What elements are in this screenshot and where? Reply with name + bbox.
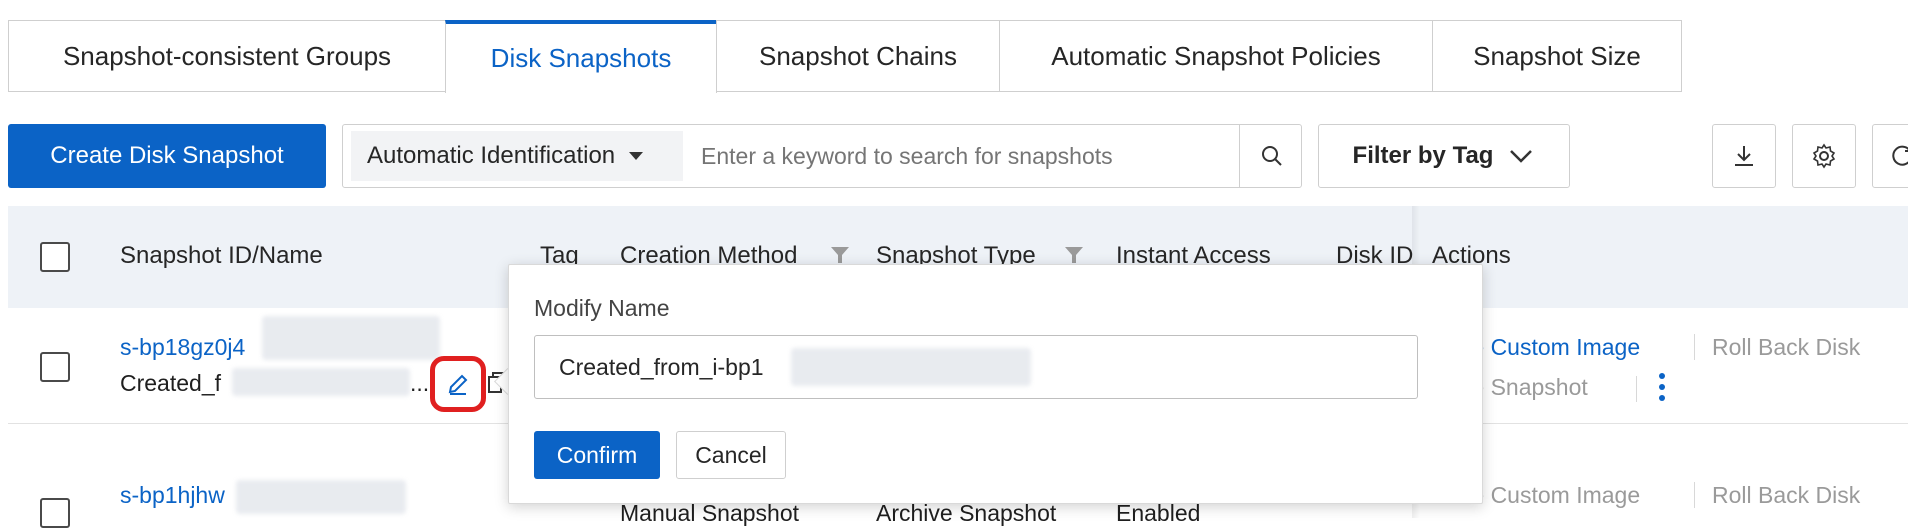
button-label: Cancel	[695, 441, 767, 468]
delete-snapshot-link: te Snapshot	[1465, 374, 1588, 400]
filter-icon[interactable]	[830, 246, 850, 264]
redacted-region	[262, 316, 440, 360]
tab-snapshot-chains[interactable]: Snapshot Chains	[716, 20, 1000, 92]
filter-by-tag-button[interactable]: Filter by Tag	[1318, 124, 1570, 188]
row-checkbox[interactable]	[40, 498, 70, 528]
name-ellipsis: ...	[410, 370, 430, 396]
refresh-button[interactable]	[1872, 124, 1908, 188]
edit-name-button[interactable]	[430, 356, 486, 412]
snapshot-id-link[interactable]: s-bp18gz0j4	[120, 334, 245, 361]
search-mode-label: Automatic Identification	[367, 142, 616, 169]
tab-snapshot-size[interactable]: Snapshot Size	[1432, 20, 1682, 92]
create-custom-image-link: te Custom Image	[1465, 482, 1641, 508]
divider	[1694, 482, 1695, 508]
download-button[interactable]	[1712, 124, 1776, 188]
roll-back-disk-link: Roll Back Disk	[1712, 482, 1861, 508]
redacted-region	[232, 368, 410, 396]
tab-label: Snapshot Size	[1473, 40, 1641, 71]
confirm-button[interactable]: Confirm	[534, 431, 660, 479]
gear-icon	[1812, 143, 1836, 169]
tab-label: Disk Snapshots	[490, 43, 672, 73]
search-bar: Automatic Identification	[342, 124, 1302, 188]
snapshot-type: Archive Snapshot	[876, 500, 1057, 526]
download-icon	[1735, 146, 1753, 166]
create-custom-image-link[interactable]: te Custom Image	[1465, 334, 1640, 361]
roll-back-disk-link: Roll Back Disk	[1712, 334, 1861, 360]
tab-label: Snapshot-consistent Groups	[62, 40, 392, 71]
refresh-icon	[1892, 145, 1908, 166]
edit-icon	[448, 374, 468, 395]
button-label: Create Disk Snapshot	[50, 142, 284, 169]
redacted-region	[236, 480, 406, 514]
modify-name-popover: Modify Name Created_from_i-bp1 Confirm C…	[508, 264, 1483, 504]
button-label: Confirm	[556, 441, 638, 468]
instant-access: Enabled	[1116, 500, 1201, 526]
tab-snapshot-consistent-groups[interactable]: Snapshot-consistent Groups	[8, 20, 446, 92]
cancel-button[interactable]: Cancel	[676, 431, 786, 479]
filter-label: Filter by Tag	[1352, 142, 1494, 169]
redacted-region	[791, 348, 1031, 386]
select-all-checkbox[interactable]	[40, 242, 70, 272]
snapshot-id-link[interactable]: s-bp1hjhw	[120, 482, 225, 509]
caret-down-icon	[629, 152, 644, 160]
search-input[interactable]	[691, 133, 1219, 179]
divider	[1694, 334, 1695, 360]
tab-automatic-snapshot-policies[interactable]: Automatic Snapshot Policies	[999, 20, 1433, 92]
creation-method: Manual Snapshot	[620, 500, 800, 526]
chevron-down-icon	[1510, 150, 1533, 163]
search-mode-select[interactable]: Automatic Identification	[351, 131, 683, 181]
search-icon	[1261, 146, 1282, 166]
tab-label: Snapshot Chains	[758, 40, 958, 71]
popover-title: Modify Name	[534, 295, 670, 321]
more-icon[interactable]	[1658, 372, 1666, 402]
header-snapshot-id-name: Snapshot ID/Name	[120, 242, 323, 269]
name-input-value: Created_from_i-bp1	[559, 354, 764, 380]
name-input[interactable]: Created_from_i-bp1	[534, 335, 1418, 399]
filter-icon[interactable]	[1064, 246, 1084, 264]
tab-disk-snapshots[interactable]: Disk Snapshots	[445, 20, 717, 93]
row-checkbox[interactable]	[40, 352, 70, 382]
divider	[1636, 376, 1637, 402]
settings-button[interactable]	[1792, 124, 1856, 188]
create-disk-snapshot-button[interactable]: Create Disk Snapshot	[8, 124, 326, 188]
search-button[interactable]	[1239, 125, 1303, 187]
snapshot-name: Created_f	[120, 370, 222, 396]
tab-label: Automatic Snapshot Policies	[1051, 40, 1381, 71]
